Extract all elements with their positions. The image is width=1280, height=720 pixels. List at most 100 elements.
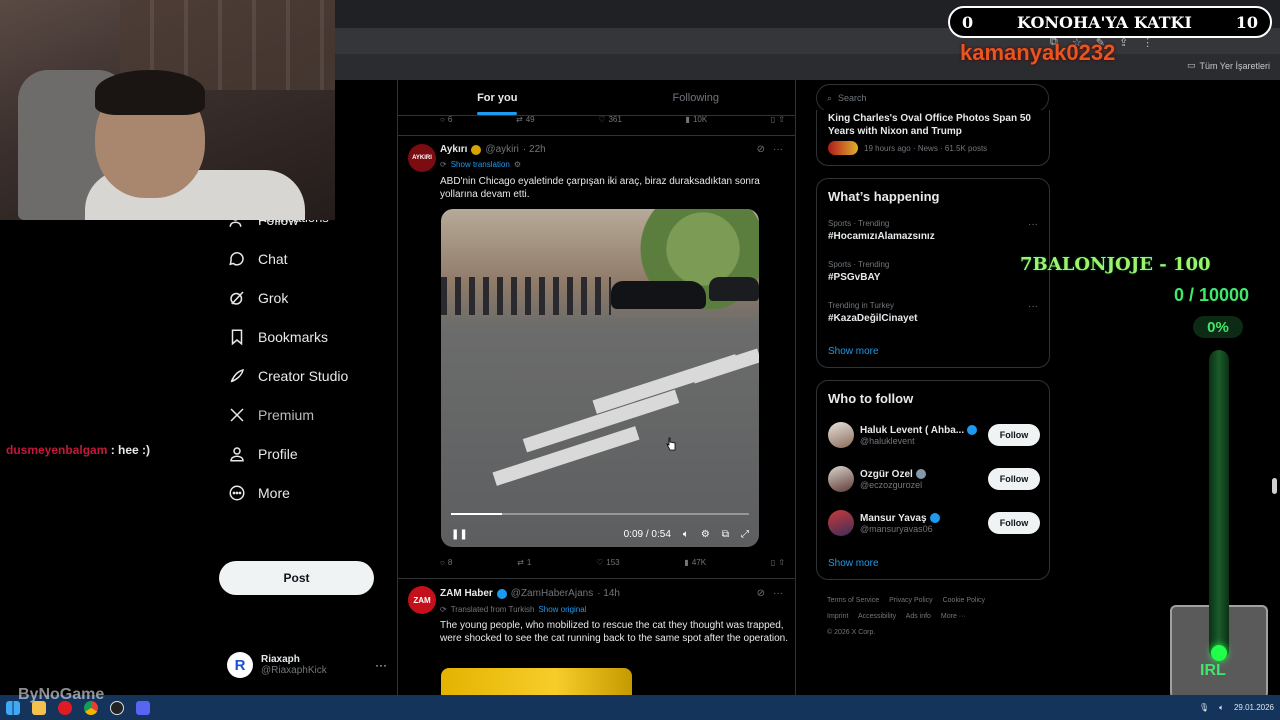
tweet-image[interactable] [441, 668, 632, 695]
reply-icon: ○ [440, 115, 445, 124]
footer-link[interactable]: Accessibility [858, 613, 896, 620]
system-tray: 🎙︎ 🔈︎ 29.01.2026 [1199, 695, 1274, 720]
grok-icon[interactable]: ⊘ [757, 588, 765, 599]
avatar [828, 422, 854, 448]
more-dots-icon[interactable]: ··· [375, 658, 387, 672]
obs-icon[interactable] [104, 695, 130, 720]
grok-icon[interactable]: ⊘ [757, 144, 765, 155]
nav-item-chat[interactable]: Chat [218, 239, 388, 278]
follow-suggestion[interactable]: Haluk Levent ( Ahba... @haluklevent Foll… [828, 419, 1040, 451]
news-card[interactable]: King Charles's Oval Office Photos Span 5… [816, 110, 1050, 166]
all-bookmarks-button[interactable]: ▭ Tüm Yer İşaretleri [1187, 60, 1270, 71]
reply-button[interactable]: ○ 8 [440, 558, 452, 567]
volume-icon[interactable]: 🔈︎ [1219, 703, 1224, 713]
repost-button[interactable]: ⇄ 49 [516, 115, 535, 124]
footer-link[interactable]: Imprint [827, 613, 848, 620]
views-icon: ▮ [685, 115, 690, 124]
account-switcher[interactable]: R Riaxaph @RiaxaphKick ··· [227, 648, 387, 682]
nav-item-label: Premium [258, 406, 315, 423]
volume-icon[interactable]: 🔈︎ [683, 529, 689, 540]
follow-suggestion[interactable]: Mansur Yavaş @mansuryavas06 Follow [828, 507, 1040, 539]
who-to-follow-panel: Who to follow Haluk Levent ( Ahba... @ha… [816, 380, 1050, 580]
nav-item-more[interactable]: More [218, 473, 388, 512]
pip-icon[interactable]: ⧉ [722, 529, 729, 540]
translate-icon: ⟳ [440, 605, 447, 614]
footer-link[interactable]: Privacy Policy [889, 597, 933, 604]
share-icon[interactable]: ⇧ [778, 558, 785, 567]
scrollbar-thumb[interactable] [1272, 478, 1277, 494]
views-button[interactable]: ▮ 10K [686, 115, 708, 124]
more-dots-icon[interactable]: ··· [773, 588, 783, 599]
settings-icon[interactable]: ⚙ [514, 160, 521, 169]
nav-item-bookmarks[interactable]: Bookmarks [218, 317, 388, 356]
search-input[interactable]: ⌕ Search [816, 84, 1049, 112]
follow-button[interactable]: Follow [988, 468, 1040, 490]
grok-icon [230, 290, 244, 305]
tweet-header: ZAM Haber @ZamHaberAjans · 14h [440, 588, 620, 599]
show-more-link[interactable]: Show more [828, 346, 879, 357]
bookmark-icon [231, 329, 243, 345]
tweet-handle[interactable]: @aykiri [485, 144, 519, 155]
goal-count: 0 / 10000 [1174, 285, 1250, 305]
follow-name-text: Haluk Levent ( Ahba... [860, 424, 965, 436]
trend-item[interactable]: Sports · Trending #HocamızıAlamazsınız ·… [828, 219, 1038, 242]
settings-icon[interactable]: ⚙ [701, 529, 710, 540]
goal-ball [1211, 645, 1227, 661]
bookmark-icon[interactable]: ▯ [771, 115, 775, 124]
avatar: R [227, 652, 253, 678]
nav-item-profile[interactable]: Profile [218, 434, 388, 473]
tweet-time[interactable]: · 22h [523, 144, 546, 155]
footer-link[interactable]: Cookie Policy [943, 597, 985, 604]
trend-item[interactable]: Trending in Turkey #KazaDeğilCinayet ··· [828, 301, 1038, 324]
counter-left: 0 [962, 12, 974, 32]
trend-category: Sports · Trending [828, 260, 890, 269]
crosswalk-stripe [690, 348, 759, 384]
tweet-avatar[interactable]: ZAM [408, 586, 436, 614]
show-translation-link[interactable]: Show translation [451, 160, 510, 169]
pause-icon[interactable]: ❚❚ [451, 529, 468, 540]
tweet-time[interactable]: · 14h [597, 588, 620, 599]
copyright: © 2026 X Corp. [827, 629, 876, 636]
tweet-author-name[interactable]: ZAM Haber [440, 588, 493, 599]
watermark-logo: ByNoGame [18, 686, 105, 703]
more-dots-icon[interactable]: ··· [1028, 301, 1038, 312]
nav-item-grok[interactable]: Grok [218, 278, 388, 317]
follow-suggestion[interactable]: Özgür Özel @eczozgurozel Follow [828, 463, 1040, 495]
mic-icon[interactable]: 🎙︎ [1199, 703, 1209, 712]
follow-button[interactable]: Follow [988, 512, 1040, 534]
more-dots-icon[interactable]: ··· [1028, 219, 1038, 230]
reply-button[interactable]: ○ 6 [440, 115, 452, 124]
footer-link[interactable]: More ··· [941, 613, 966, 620]
verified-badge-icon [915, 469, 926, 479]
show-more-link[interactable]: Show more [828, 558, 879, 569]
follow-button[interactable]: Follow [988, 424, 1040, 446]
discord-icon[interactable] [130, 695, 156, 720]
views-button[interactable]: ▮ 47K [684, 558, 706, 567]
trend-item[interactable]: Sports · Trending #PSGvBAY [828, 260, 1038, 283]
verified-badge-icon [929, 513, 940, 523]
heart-icon: ♡ [596, 558, 604, 567]
tweet-video[interactable]: ❚❚ 0:09 / 0:54 🔈︎ ⚙ ⧉ ⤢ [441, 209, 759, 547]
follow-info: Haluk Levent ( Ahba... @haluklevent [860, 425, 982, 446]
footer-link[interactable]: Terms of Service [827, 597, 879, 604]
fullscreen-icon[interactable]: ⤢ [741, 529, 749, 540]
nav-item-creator-studio[interactable]: Creator Studio [218, 356, 388, 395]
share-icon[interactable]: ⇧ [778, 115, 785, 124]
bookmarks-bar [335, 54, 1280, 80]
repost-button[interactable]: ⇄ 1 [517, 558, 531, 567]
tab-for-you[interactable]: For you [398, 80, 597, 115]
like-button[interactable]: ♡ 153 [596, 558, 620, 567]
video-progress-bar[interactable] [451, 513, 749, 515]
tweet-author-name[interactable]: Aykırı [440, 144, 467, 155]
tab-following[interactable]: Following [597, 80, 796, 115]
show-original-link[interactable]: Show original [538, 605, 586, 614]
avatar-stack [828, 141, 858, 155]
tweet-avatar[interactable]: AYKIRI [408, 144, 436, 172]
like-button[interactable]: ♡ 361 [598, 115, 622, 124]
post-button[interactable]: Post [219, 561, 374, 595]
footer-link[interactable]: Ads info [906, 613, 931, 620]
more-dots-icon[interactable]: ··· [773, 144, 783, 155]
nav-item-premium[interactable]: Premium [218, 395, 388, 434]
bookmark-icon[interactable]: ▯ [771, 558, 775, 567]
tweet-handle[interactable]: @ZamHaberAjans [511, 588, 593, 599]
